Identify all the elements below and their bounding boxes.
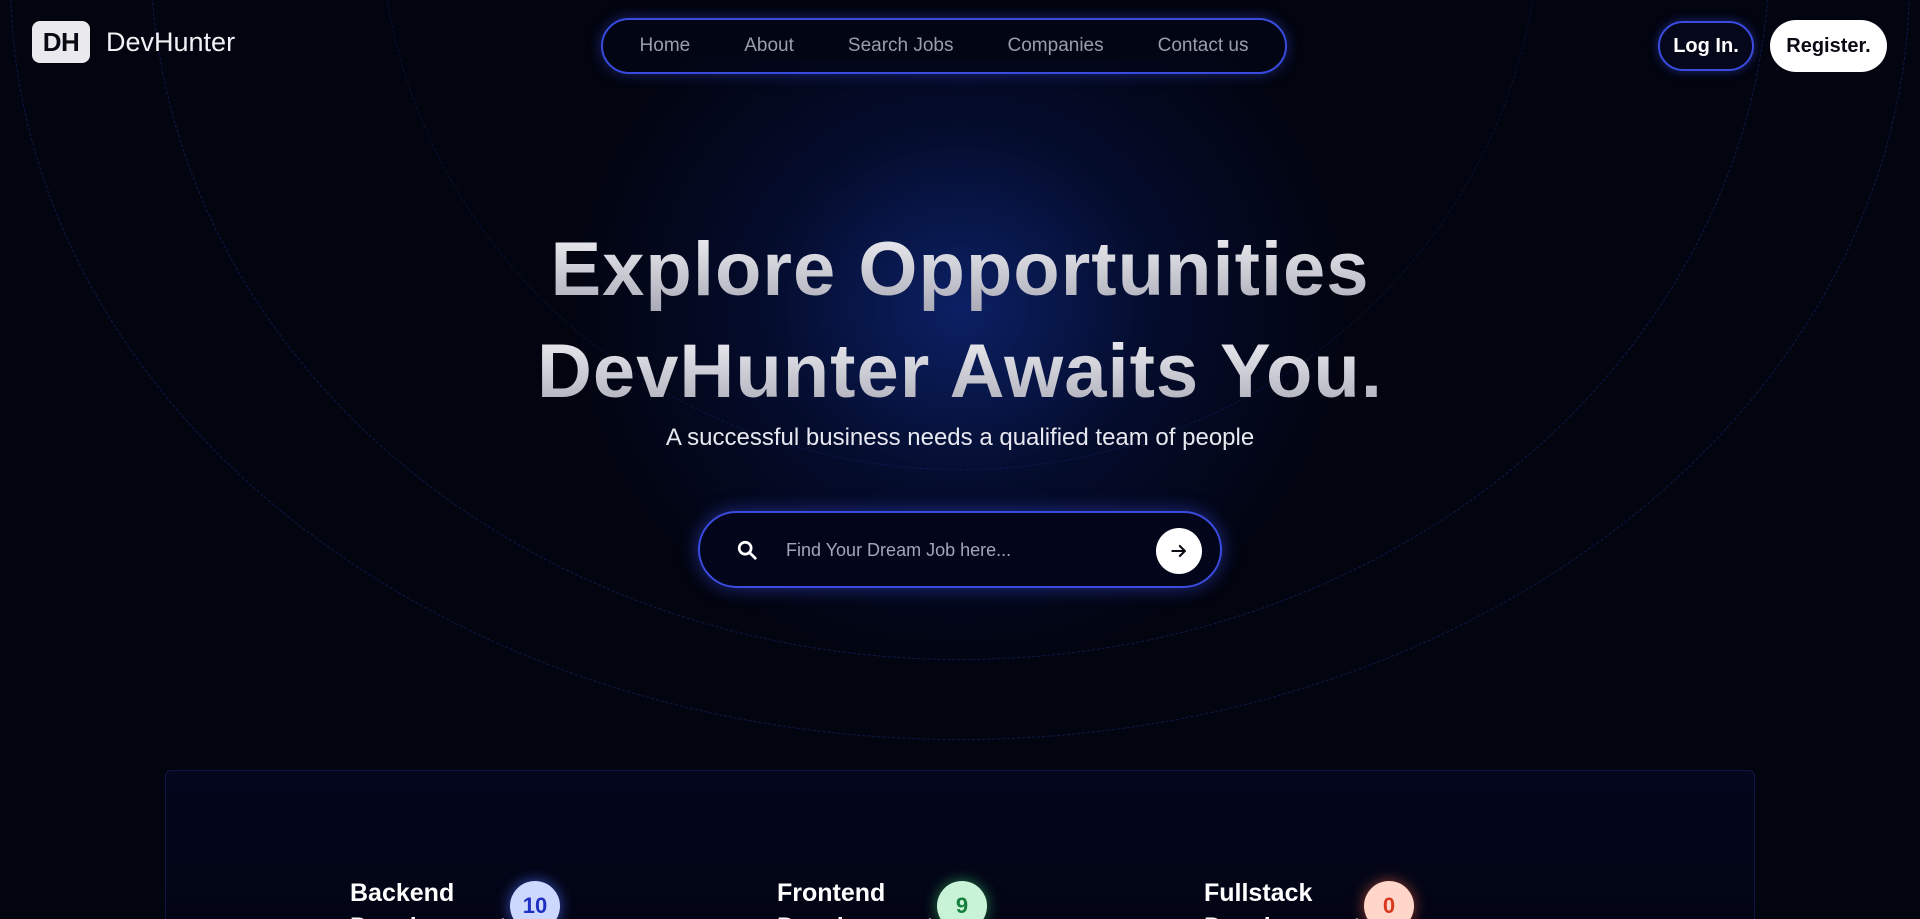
- nav-home[interactable]: Home: [613, 35, 718, 57]
- hero-title-line-1: Explore Opportunities: [0, 226, 1920, 313]
- search-input[interactable]: [786, 535, 1126, 565]
- hero-title-line-2: DevHunter Awaits You.: [0, 328, 1920, 415]
- category-card-backend[interactable]: Backend Development 10: [350, 876, 560, 919]
- arrow-right-icon: [1171, 544, 1186, 558]
- brand-logo[interactable]: DH DevHunter: [32, 21, 235, 63]
- category-title: Frontend Development: [777, 879, 934, 919]
- nav-companies[interactable]: Companies: [981, 35, 1131, 57]
- nav-contact-us[interactable]: Contact us: [1131, 35, 1276, 57]
- logo-mark: DH: [32, 21, 90, 63]
- brand-name: DevHunter: [106, 26, 236, 57]
- nav-search-jobs[interactable]: Search Jobs: [821, 35, 981, 57]
- search-submit-button[interactable]: [1156, 528, 1202, 574]
- login-button[interactable]: Log In.: [1658, 21, 1754, 71]
- page: DH DevHunter Home About Search Jobs Comp…: [0, 0, 1920, 919]
- hero-subtitle: A successful business needs a qualified …: [665, 424, 1255, 451]
- register-button[interactable]: Register.: [1770, 20, 1887, 72]
- search-icon: [737, 540, 757, 560]
- category-card-frontend[interactable]: Frontend Development 9: [777, 876, 987, 919]
- main-nav: Home About Search Jobs Companies Contact…: [601, 18, 1287, 74]
- category-card-fullstack[interactable]: Fullstack Development 0: [1204, 876, 1414, 919]
- nav-about[interactable]: About: [717, 35, 821, 57]
- category-title: Backend Development: [350, 879, 507, 919]
- job-search-bar: [698, 511, 1222, 588]
- category-title: Fullstack Development: [1204, 879, 1361, 919]
